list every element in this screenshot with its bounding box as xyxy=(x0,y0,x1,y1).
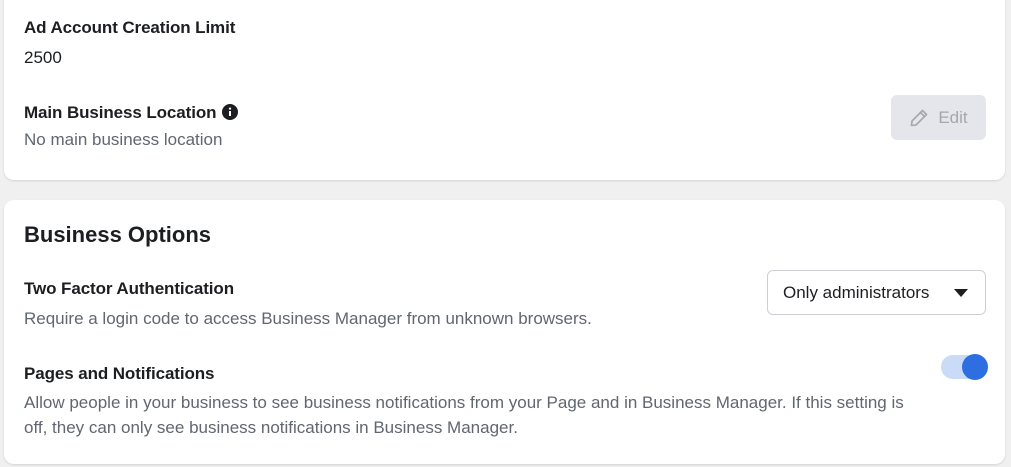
business-options-card: Business Options Two Factor Authenticati… xyxy=(4,200,1005,464)
edit-button[interactable]: Edit xyxy=(891,95,986,140)
ad-account-limit-value: 2500 xyxy=(24,48,62,67)
edit-button-label: Edit xyxy=(938,107,968,127)
main-location-label: Main Business Location xyxy=(24,103,217,122)
two-factor-selected-value: Only administrators xyxy=(783,282,930,302)
toggle-knob xyxy=(962,354,988,380)
info-icon[interactable] xyxy=(222,104,239,120)
caret-down-icon xyxy=(954,288,968,297)
pages-notifications-description: Allow people in your business to see bus… xyxy=(24,393,904,437)
two-factor-label: Two Factor Authentication xyxy=(24,279,234,298)
two-factor-description: Require a login code to access Business … xyxy=(24,309,592,328)
main-location-heading: Main Business Location xyxy=(24,103,239,123)
account-info-card: Ad Account Creation Limit 2500 Main Busi… xyxy=(4,0,1005,180)
business-options-title: Business Options xyxy=(24,222,212,247)
pages-notifications-toggle[interactable] xyxy=(941,354,988,380)
main-location-value: No main business location xyxy=(24,130,223,149)
ad-account-limit-label: Ad Account Creation Limit xyxy=(24,18,236,37)
pages-notifications-label: Pages and Notifications xyxy=(24,364,215,383)
two-factor-select[interactable]: Only administrators xyxy=(767,270,986,315)
pencil-icon xyxy=(911,109,928,126)
